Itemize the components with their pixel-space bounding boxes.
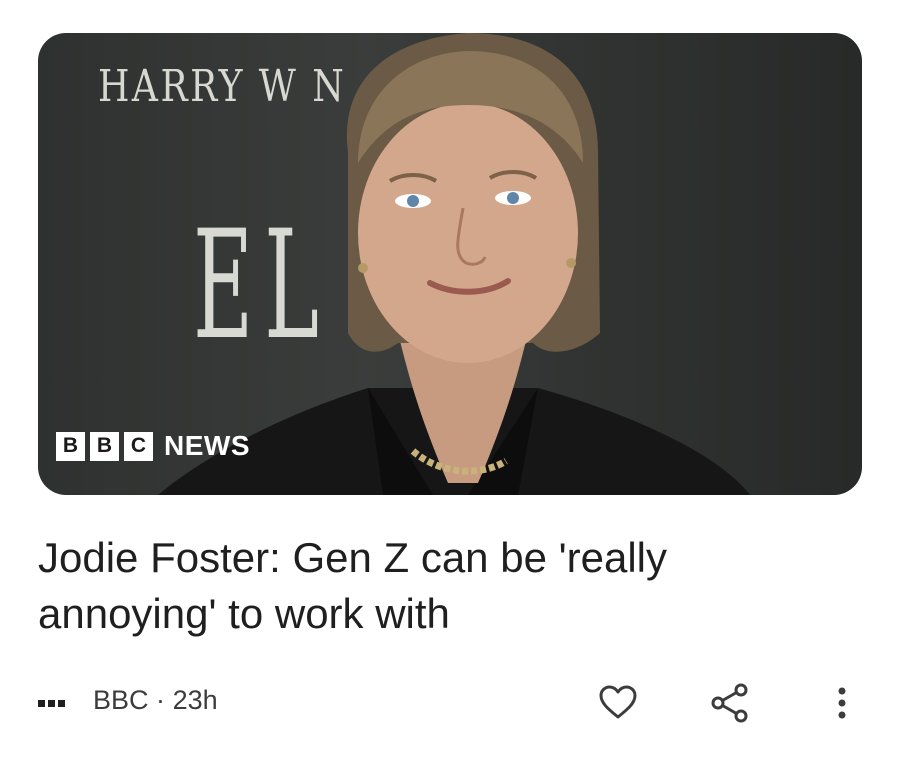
bbc-logo-word: NEWS	[164, 430, 250, 461]
meta-separator: ·	[156, 685, 166, 715]
source-name: BBC	[93, 685, 149, 715]
source-and-age: BBC · 23h	[93, 685, 218, 716]
article-meta-row: BBC · 23h	[38, 683, 862, 723]
bbc-logo-block: B	[90, 431, 119, 461]
portrait-illustration	[158, 33, 750, 495]
more-vert-icon	[838, 687, 846, 719]
bbc-logo-block: C	[124, 431, 153, 461]
article-age: 23h	[172, 685, 218, 715]
share-button[interactable]	[710, 683, 750, 723]
article-thumbnail[interactable]: HARRY W N EL B B C NEWS	[38, 33, 862, 495]
share-icon	[711, 683, 748, 723]
more-options-button[interactable]	[822, 683, 862, 723]
bbc-logo-block: B	[56, 431, 85, 461]
like-button[interactable]	[598, 683, 638, 723]
heart-icon	[599, 685, 637, 719]
source-logo-icon	[38, 700, 65, 707]
article-headline[interactable]: Jodie Foster: Gen Z can be 'really annoy…	[38, 530, 838, 642]
bbc-news-logo: B B C NEWS	[56, 430, 250, 462]
